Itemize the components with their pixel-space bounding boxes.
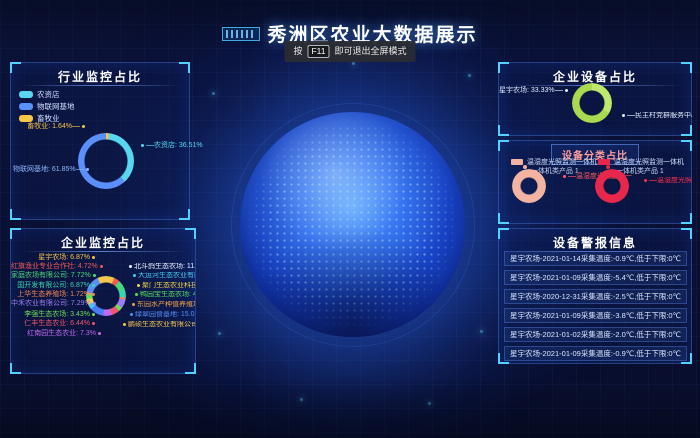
- chart-label: 聚门生态农业科技有限公: [135, 282, 195, 290]
- mini-slice-dot-left: [523, 165, 527, 169]
- chart-callout-right: 温湿度光照监测一: [642, 177, 692, 185]
- chart-label: 绿翠园食基地: 15.02%: [128, 311, 195, 319]
- chart-label: 鸭园宝生态农场: 4.29: [133, 291, 195, 299]
- industry-donut-chart[interactable]: [78, 133, 134, 189]
- corner-accent: [681, 125, 692, 136]
- chart-label: 东园水产种值养殖场: 1.: [130, 301, 195, 309]
- chart-label: 鹏硕生态农业有限公司: 6.87: [121, 321, 195, 329]
- panel-enterprise: 企业监控占比 星宇农场: 6.87% 红旗渔业专业合作社: 4.72% 家庭农场…: [10, 228, 196, 374]
- chart-label-wulianwang: 物联网基地: 61.85%: [13, 166, 79, 174]
- chart-label: 大运河生态农业有限责任公: [131, 272, 195, 280]
- corner-accent: [681, 213, 692, 224]
- corner-accent: [185, 363, 196, 374]
- device-class-right-donut[interactable]: [595, 169, 629, 203]
- chart-label: 国开发有限公司: 6.87%: [11, 282, 97, 290]
- legend-item-nongzidian[interactable]: 农资店: [19, 91, 60, 99]
- legend-swatch: [19, 91, 33, 98]
- f11-key: F11: [307, 45, 329, 58]
- legend-swatch: [19, 115, 33, 122]
- logo: [222, 27, 260, 41]
- chart-label-nongzidian: 农资店: 36.51%: [139, 142, 203, 150]
- chart-label-xingyu: 星宇农场: 33.33%: [499, 87, 567, 95]
- chart-label: 红旗渔业专业合作社: 4.72%: [11, 263, 97, 271]
- legend-swatch: [511, 159, 523, 165]
- tip-prefix: 按: [293, 47, 302, 56]
- device-ratio-donut-chart[interactable]: [572, 83, 612, 123]
- chart-label: 家庭农场有限公司: 7.72%: [11, 272, 97, 280]
- legend-label: 物联网基地: [37, 102, 75, 111]
- chart-label: 红南园生态农业: 7.3%: [17, 330, 103, 338]
- alarm-row: 星宇农场-2021-01-09采集温度:-0.9℃,低于下限:0℃: [504, 346, 687, 361]
- chart-label: 中禾农业有限公司: 7.29%: [11, 300, 97, 308]
- legend-label: 温湿度光照监测一体机: [614, 159, 684, 166]
- legend-item-xumuye[interactable]: 畜牧业: [19, 115, 60, 123]
- chart-label-xumuye: 畜牧业: 1.64%: [11, 123, 87, 131]
- panel-alarms: 设备警报信息 星宇农场-2021-01-14采集温度:-0.9℃,低于下限:0℃…: [498, 228, 692, 364]
- chart-label: 李强生态农场: 3.43%: [11, 311, 97, 319]
- chart-label: 上华生态养殖场: 1.72%: [11, 291, 97, 299]
- chart-label: 北斗鸽生态农场: 11.16%: [127, 263, 195, 271]
- alarm-row: 星宇农场-2021-01-02采集温度:-2.0℃,低于下限:0℃: [504, 327, 687, 342]
- alarm-row: 星宇农场-2020-12-31采集温度:-2.5℃,低于下限:0℃: [504, 289, 687, 304]
- legend-label: 温湿度光照监测一体机: [527, 159, 597, 166]
- chart-label-minzhucun: 民主村党群服务中心:: [620, 112, 692, 120]
- legend-item-wulianwang[interactable]: 物联网基地: [19, 103, 75, 111]
- mini-slice-dot-right: [606, 165, 610, 169]
- panel-industry: 行业监控占比 农资店 物联网基地 畜牧业 畜牧业: 1.64% 农资店: 36.…: [10, 62, 190, 220]
- alarm-row: 星宇农场-2021-01-09采集温度:-5.4℃,低于下限:0℃: [504, 270, 687, 285]
- legend-label: 畜牧业: [37, 114, 60, 123]
- legend-swatch: [19, 103, 33, 110]
- panel-title: 企业监控占比: [11, 234, 195, 251]
- corner-accent: [10, 363, 21, 374]
- alarm-row: 星宇农场-2021-01-14采集温度:-0.9℃,低于下限:0℃: [504, 251, 687, 266]
- legend-label: 农资店: [37, 90, 60, 99]
- chart-label: 仁丰生态农业: 6.44%: [11, 320, 97, 328]
- corner-accent: [681, 140, 692, 151]
- panel-device-ratio: 企业设备占比 星宇农场: 33.33% 民主村党群服务中心:: [498, 62, 692, 136]
- chart-label: 星宇农场: 6.87%: [11, 254, 97, 262]
- corner-accent: [498, 125, 509, 136]
- legend-item-right[interactable]: 温湿度光照监测一体机: [598, 159, 684, 166]
- corner-accent: [498, 140, 509, 151]
- title-divider: [19, 251, 187, 252]
- tip-suffix: 即可退出全屏模式: [335, 47, 407, 56]
- panel-title: 设备警报信息: [499, 234, 691, 251]
- panel-device-class: 设备分类占比 温湿度光照监测一体机 一体机类产品 1 温湿度光照监测一 温湿度光…: [498, 140, 692, 224]
- corner-accent: [179, 209, 190, 220]
- panel-title: 行业监控占比: [11, 68, 189, 85]
- alarm-row: 星宇农场-2021-01-09采集温度:-3.8℃,低于下限:0℃: [504, 308, 687, 323]
- corner-accent: [10, 209, 21, 220]
- title-divider: [19, 85, 181, 86]
- fullscreen-tip: 按 F11 即可退出全屏模式: [284, 41, 415, 62]
- device-class-left-donut[interactable]: [512, 169, 546, 203]
- corner-accent: [498, 213, 509, 224]
